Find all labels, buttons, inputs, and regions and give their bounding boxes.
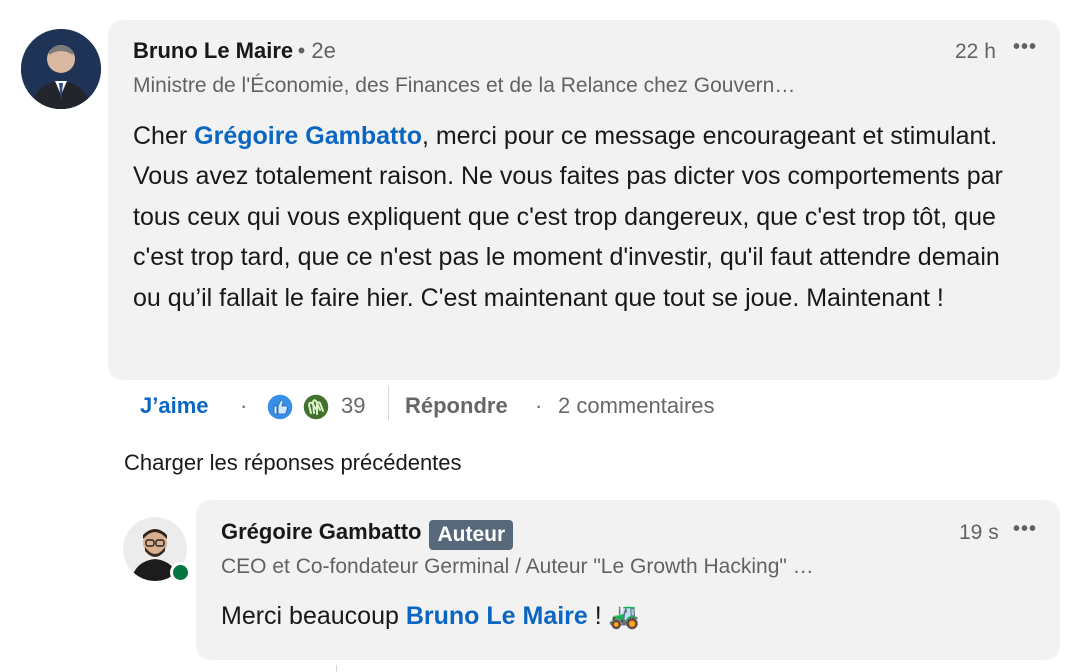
actions-divider [388, 386, 389, 420]
comment-author-name[interactable]: Bruno Le Maire [133, 38, 293, 63]
comment-author-line: Bruno Le Maire • 2e [133, 38, 336, 64]
connection-degree: • 2e [297, 38, 336, 63]
reply-author-headline: CEO et Co-fondateur Germinal / Auteur "L… [221, 555, 814, 578]
reply-text-before: Merci beaucoup [221, 602, 406, 630]
like-button[interactable]: J’aime [140, 393, 209, 419]
more-options-icon[interactable]: ••• [1013, 36, 1037, 59]
reactions-count[interactable]: 39 [341, 393, 365, 419]
reply-text-after: ! [587, 602, 609, 630]
separator-dot: · [240, 393, 248, 418]
reply-button[interactable]: Répondre [405, 393, 508, 419]
author-badge: Auteur [429, 519, 514, 550]
comment-text-after: , merci pour ce message encourageant et … [133, 122, 1003, 312]
reply-text: Merci beaucoup Bruno Le Maire ! 🚜 [221, 596, 1021, 636]
reply-author-avatar[interactable] [123, 517, 191, 583]
comments-count-link[interactable]: 2 commentaires [558, 393, 715, 419]
author-avatar[interactable] [21, 29, 101, 109]
mention-link[interactable]: Grégoire Gambatto [194, 122, 422, 150]
comment-text-before: Cher [133, 122, 195, 150]
reply-more-options-icon[interactable]: ••• [1013, 518, 1037, 541]
comment-text: Cher Grégoire Gambatto, merci pour ce me… [133, 116, 1033, 318]
thumbs-up-reaction-icon[interactable] [266, 393, 294, 421]
reply-mention-link[interactable]: Bruno Le Maire [406, 602, 588, 630]
comment-author-headline: Ministre de l'Économie, des Finances et … [133, 74, 796, 97]
author-photo [21, 29, 101, 109]
online-status-dot [170, 562, 191, 583]
thread-line [336, 665, 337, 672]
separator-dot: · [535, 393, 543, 418]
load-previous-replies-button[interactable]: Charger les réponses précédentes [124, 450, 462, 476]
tractor-emoji-icon: 🚜 [608, 602, 640, 630]
comment-actions: J’aime · 39 Répondre · 2 commentaires [0, 386, 1078, 426]
comment-timestamp: 22 h [955, 40, 996, 63]
reply-author-line: Grégoire Gambatto Auteur [221, 519, 514, 550]
reply-timestamp: 19 s [959, 521, 999, 544]
reply-author-name[interactable]: Grégoire Gambatto [221, 519, 421, 544]
clapping-hands-reaction-icon[interactable] [302, 393, 330, 421]
